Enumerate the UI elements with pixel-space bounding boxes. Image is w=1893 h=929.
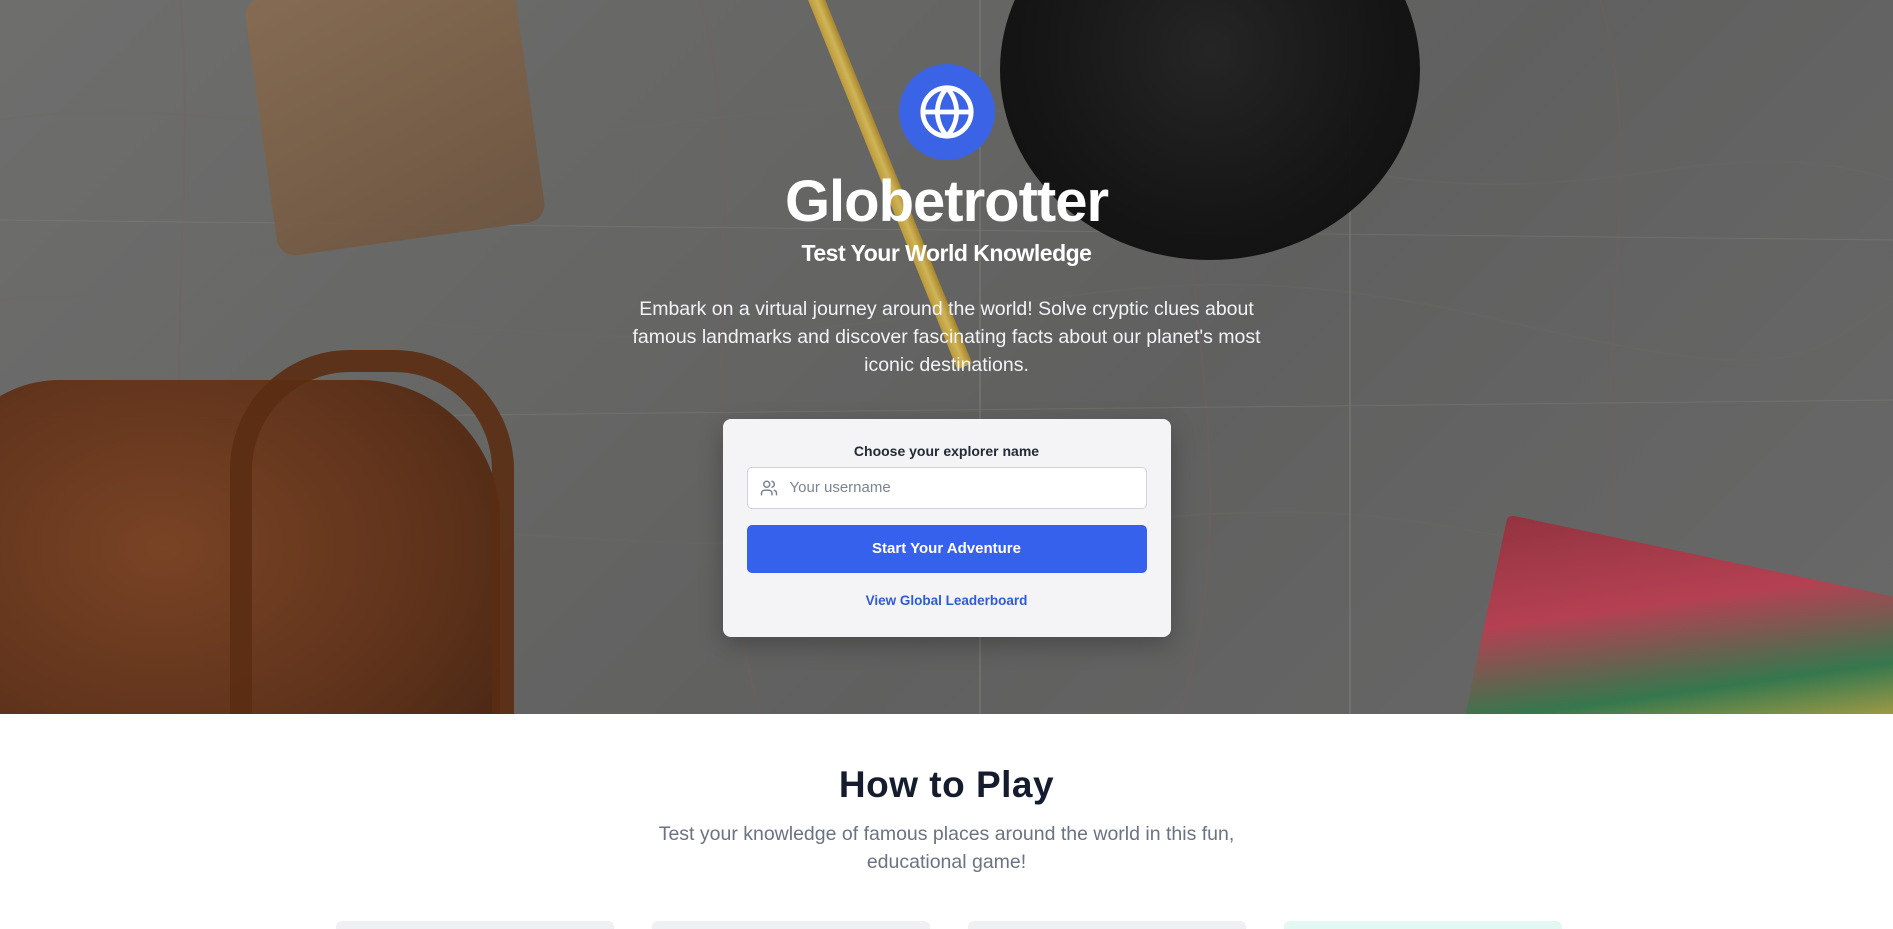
globe-icon <box>919 85 974 139</box>
feature-card <box>1284 921 1562 929</box>
hero-content: Globetrotter Test Your World Knowledge E… <box>0 0 1893 714</box>
feature-card <box>968 921 1246 929</box>
username-input[interactable] <box>787 466 1146 509</box>
app-title: Globetrotter <box>784 169 1109 234</box>
feature-cards-row <box>336 921 1562 929</box>
feature-card <box>652 921 930 929</box>
username-field-wrapper[interactable] <box>746 466 1147 509</box>
app-subtitle: Test Your World Knowledge <box>801 239 1092 266</box>
start-adventure-button[interactable]: Start Your Adventure <box>746 524 1147 573</box>
feature-card <box>336 921 614 929</box>
hero-section: Globetrotter Test Your World Knowledge E… <box>0 0 1893 714</box>
how-to-play-section: How to Play Test your knowledge of famou… <box>0 714 1893 876</box>
how-to-play-subtitle: Test your knowledge of famous places aro… <box>658 823 1235 873</box>
users-icon <box>760 480 777 496</box>
login-card: Choose your explorer name Start Your Adv… <box>722 418 1171 637</box>
app-description: Embark on a virtual journey around the w… <box>632 297 1261 376</box>
username-label: Choose your explorer name <box>853 442 1040 459</box>
how-to-play-title: How to Play <box>838 764 1055 805</box>
logo-badge <box>898 64 995 160</box>
view-leaderboard-link[interactable]: View Global Leaderboard <box>866 593 1028 608</box>
